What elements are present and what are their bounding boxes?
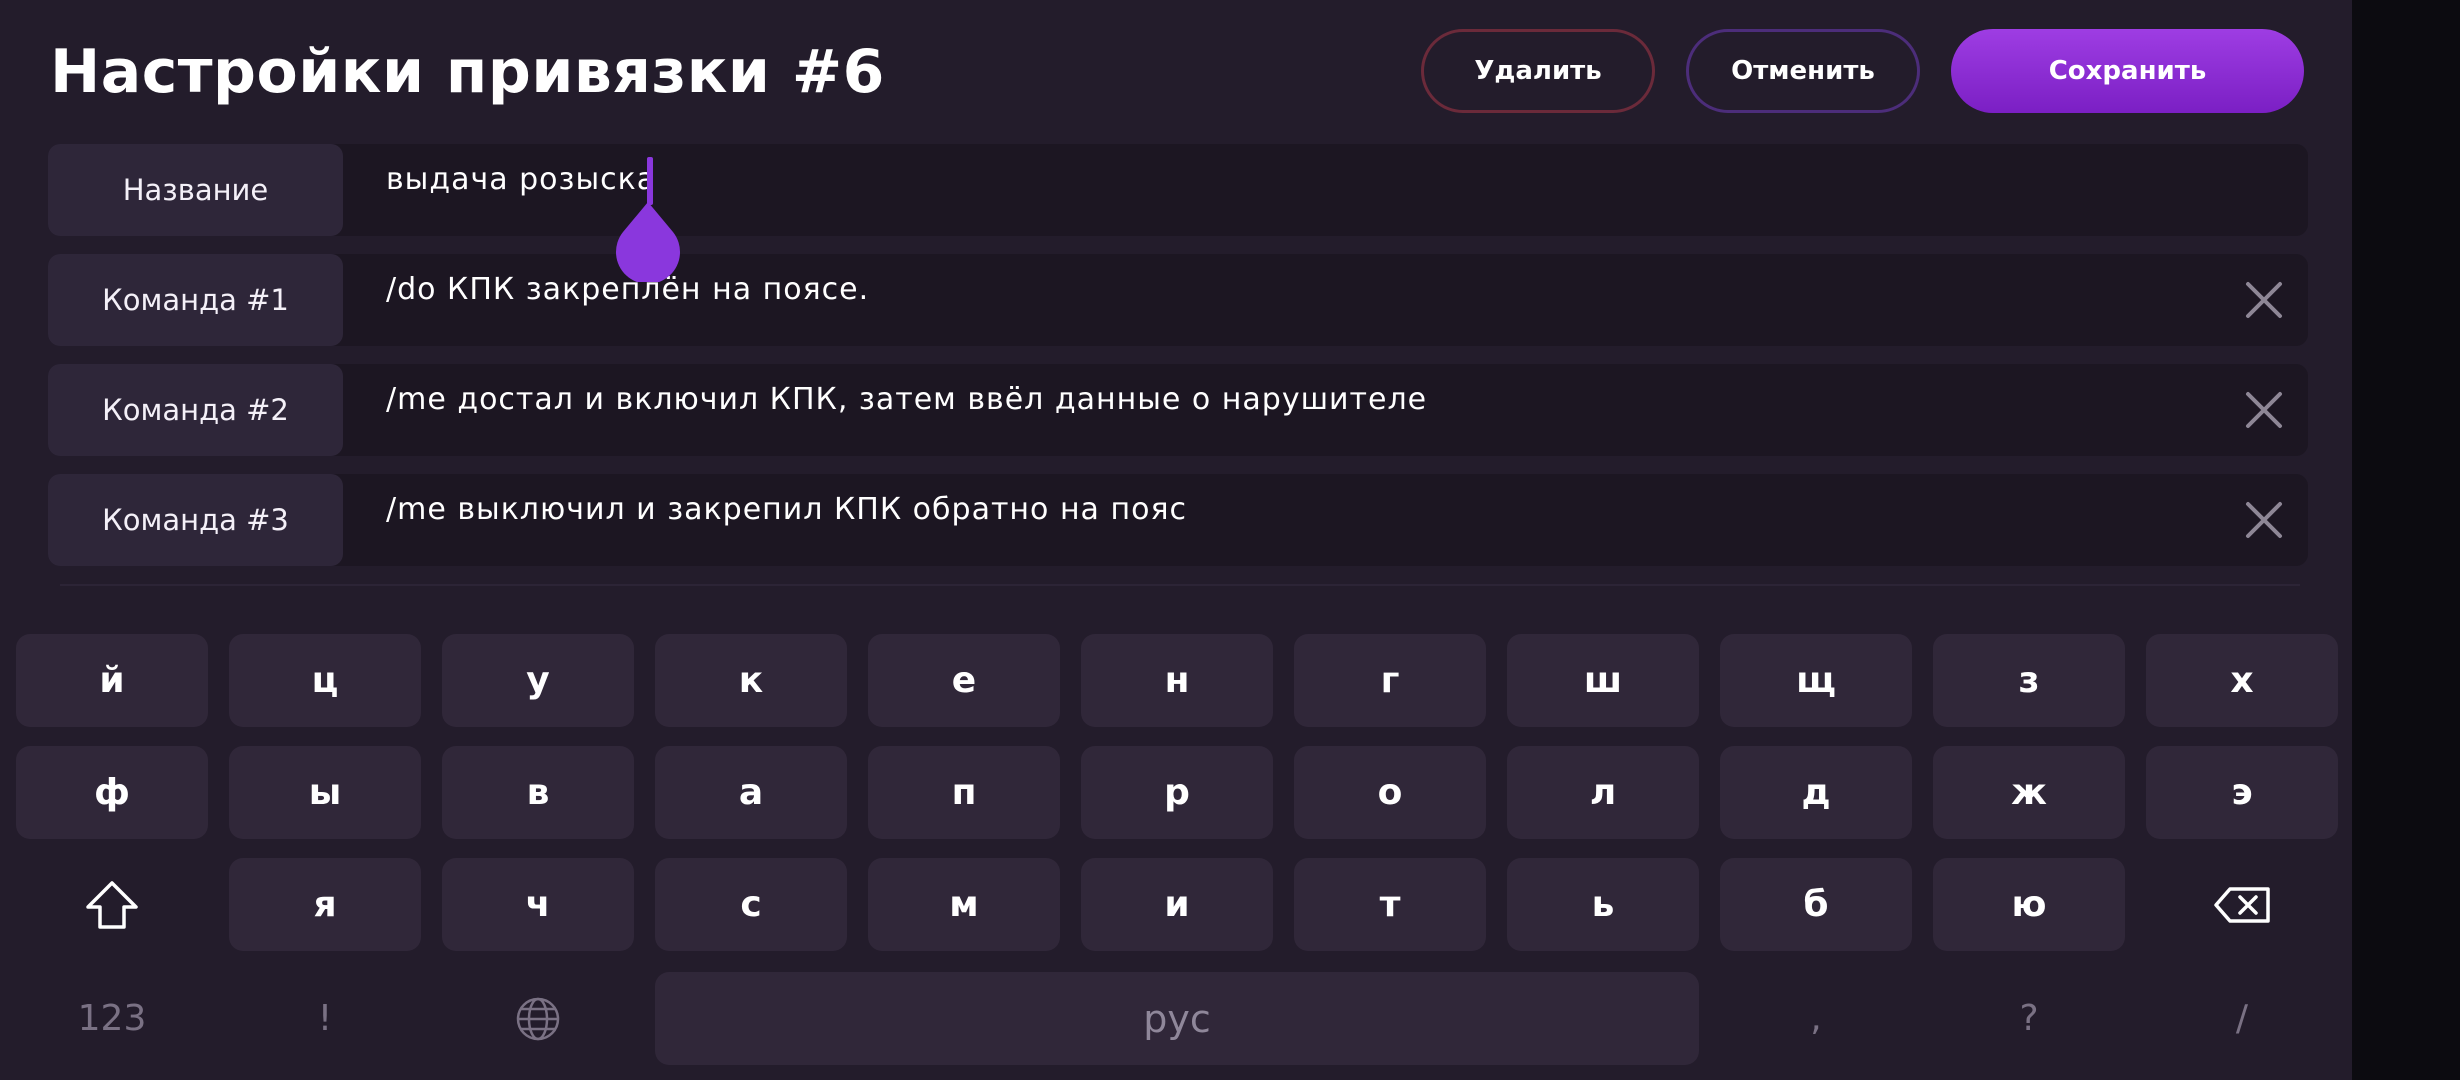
command-row-2: Команда #2 /me достал и включил КПК, зат… bbox=[48, 364, 2308, 456]
key-о[interactable]: о bbox=[1294, 746, 1486, 839]
key-ь[interactable]: ь bbox=[1507, 858, 1699, 951]
key-slash[interactable]: / bbox=[2146, 972, 2338, 1065]
key-ч[interactable]: ч bbox=[442, 858, 634, 951]
key-з[interactable]: з bbox=[1933, 634, 2125, 727]
key-х[interactable]: х bbox=[2146, 634, 2338, 727]
on-screen-keyboard: йцукенгшщзх фывапролджэ ячсмитьбю 123! ру… bbox=[0, 620, 2352, 1080]
clear-command-2-button[interactable] bbox=[2240, 386, 2288, 434]
key-м[interactable]: м bbox=[868, 858, 1060, 951]
key-ш[interactable]: ш bbox=[1507, 634, 1699, 727]
command-3-label: Команда #3 bbox=[48, 474, 343, 566]
command-2-input[interactable]: /me достал и включил КПК, затем ввёл дан… bbox=[386, 382, 1427, 417]
key-к[interactable]: к bbox=[655, 634, 847, 727]
command-1-label: Команда #1 bbox=[48, 254, 343, 346]
cancel-button[interactable]: Отменить bbox=[1686, 29, 1920, 113]
key-д[interactable]: д bbox=[1720, 746, 1912, 839]
shift-icon bbox=[86, 880, 138, 929]
backspace-icon bbox=[2214, 886, 2270, 923]
key-й[interactable]: й bbox=[16, 634, 208, 727]
key-л[interactable]: л bbox=[1507, 746, 1699, 839]
key-я[interactable]: я bbox=[229, 858, 421, 951]
command-2-label: Команда #2 bbox=[48, 364, 343, 456]
page-title: Настройки привязки #6 bbox=[50, 37, 885, 107]
key-ы[interactable]: ы bbox=[229, 746, 421, 839]
key-exclamation[interactable]: ! bbox=[229, 972, 421, 1065]
close-icon bbox=[2246, 502, 2282, 538]
name-input[interactable]: выдача розыска bbox=[386, 162, 656, 197]
key-г[interactable]: г bbox=[1294, 634, 1486, 727]
close-icon bbox=[2246, 392, 2282, 428]
globe-icon bbox=[516, 997, 560, 1040]
key-н[interactable]: н bbox=[1081, 634, 1273, 727]
backspace-key[interactable] bbox=[2146, 858, 2338, 951]
save-button[interactable]: Сохранить bbox=[1951, 29, 2304, 113]
clear-command-3-button[interactable] bbox=[2240, 496, 2288, 544]
name-label: Название bbox=[48, 144, 343, 236]
key-ф[interactable]: ф bbox=[16, 746, 208, 839]
close-icon bbox=[2246, 282, 2282, 318]
key-у[interactable]: у bbox=[442, 634, 634, 727]
key-ц[interactable]: ц bbox=[229, 634, 421, 727]
command-row-3: Команда #3 /me выключил и закрепил КПК о… bbox=[48, 474, 2308, 566]
space-key[interactable]: рус bbox=[655, 972, 1699, 1065]
key-а[interactable]: а bbox=[655, 746, 847, 839]
name-row: Название выдача розыска bbox=[48, 144, 2308, 236]
key-question[interactable]: ? bbox=[1933, 972, 2125, 1065]
key-ж[interactable]: ж bbox=[1933, 746, 2125, 839]
key-с[interactable]: с bbox=[655, 858, 847, 951]
key-б[interactable]: б bbox=[1720, 858, 1912, 951]
key-ю[interactable]: ю bbox=[1933, 858, 2125, 951]
cursor-handle[interactable] bbox=[613, 200, 683, 282]
clear-command-1-button[interactable] bbox=[2240, 276, 2288, 324]
key-р[interactable]: р bbox=[1081, 746, 1273, 839]
key-в[interactable]: в bbox=[442, 746, 634, 839]
key-э[interactable]: э bbox=[2146, 746, 2338, 839]
divider bbox=[60, 584, 2300, 586]
key-щ[interactable]: щ bbox=[1720, 634, 1912, 727]
numbers-key[interactable]: 123 bbox=[16, 972, 208, 1065]
app-screen: Настройки привязки #6 Удалить Отменить С… bbox=[0, 0, 2352, 1080]
key-е[interactable]: е bbox=[868, 634, 1060, 727]
key-т[interactable]: т bbox=[1294, 858, 1486, 951]
key-и[interactable]: и bbox=[1081, 858, 1273, 951]
command-3-input[interactable]: /me выключил и закрепил КПК обратно на п… bbox=[386, 492, 1187, 527]
text-cursor bbox=[647, 157, 653, 205]
key-comma[interactable]: , bbox=[1720, 972, 1912, 1065]
delete-button[interactable]: Удалить bbox=[1421, 29, 1655, 113]
language-key[interactable] bbox=[442, 972, 634, 1065]
shift-key[interactable] bbox=[16, 858, 208, 951]
command-row-1: Команда #1 /do КПК закреплён на поясе. bbox=[48, 254, 2308, 346]
key-п[interactable]: п bbox=[868, 746, 1060, 839]
